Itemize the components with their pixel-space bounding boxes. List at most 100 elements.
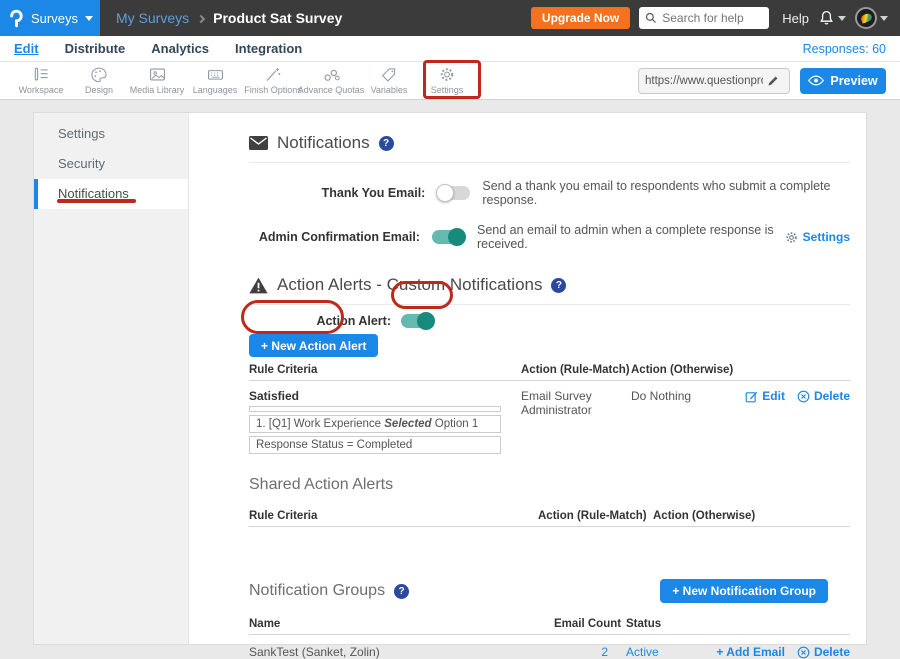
image-icon	[148, 66, 167, 83]
row-actions: Edit Delete	[741, 389, 850, 403]
col-rule-criteria: Rule Criteria	[249, 510, 538, 522]
help-search-input[interactable]	[662, 11, 762, 25]
thank-you-email-row: Thank You Email: Send a thank you email …	[249, 179, 850, 207]
settings-sidebar: Settings Security Notifications	[34, 113, 189, 644]
thank-you-email-desc: Send a thank you email to respondents wh…	[482, 179, 850, 207]
responses-count[interactable]: Responses: 60	[803, 42, 886, 56]
shared-alerts-section-header: Shared Action Alerts	[249, 476, 850, 494]
sidebar-item-settings[interactable]: Settings	[34, 119, 188, 149]
tab-integration[interactable]: Integration	[235, 41, 302, 56]
tab-distribute[interactable]: Distribute	[65, 41, 126, 56]
toolbar-item-workspace[interactable]: Workspace	[12, 66, 70, 95]
edit-alert-link[interactable]: Edit	[745, 389, 785, 403]
sidebar-item-security[interactable]: Security	[34, 149, 188, 179]
help-search[interactable]	[639, 7, 769, 29]
add-email-link[interactable]: + Add Email	[716, 645, 785, 659]
criteria-box-2: Response Status = Completed	[249, 436, 501, 454]
chain-links-icon	[322, 66, 341, 83]
criteria-box-1: 1. [Q1] Work Experience Selected Option …	[249, 415, 501, 433]
criteria-box-empty	[249, 406, 501, 412]
section-title: Notification Groups	[249, 582, 385, 600]
section-title: Action Alerts - Custom Notifications	[277, 275, 542, 295]
group-name-cell: SankTest (Sanket, Zolin)	[249, 645, 554, 659]
workspace-area: Settings Security Notifications Notifica…	[0, 100, 900, 655]
admin-confirmation-toggle[interactable]	[432, 230, 465, 244]
breadcrumb-current: Product Sat Survey	[213, 10, 342, 26]
group-row: SankTest (Sanket, Zolin) 2 Active + Add …	[249, 645, 850, 659]
questionpro-logo-icon	[7, 9, 24, 28]
edit-pencil-icon	[745, 390, 758, 403]
warning-triangle-icon	[249, 277, 268, 294]
toolbar-item-settings[interactable]: Settings	[418, 66, 476, 95]
notifications-bell-button[interactable]	[818, 9, 846, 27]
toolbar-item-finish-options[interactable]: Finish Options	[244, 66, 302, 95]
new-action-alert-button[interactable]: + New Action Alert	[249, 334, 378, 357]
admin-confirmation-row: Admin Confirmation Email: Send an email …	[249, 223, 850, 251]
col-action-otherwise: Action (Otherwise)	[653, 510, 850, 522]
toolbar-item-languages[interactable]: Languages	[186, 66, 244, 95]
tag-icon	[380, 66, 398, 83]
thank-you-email-label: Thank You Email:	[249, 186, 425, 200]
help-icon[interactable]: ?	[551, 278, 566, 293]
survey-nav: Edit Distribute Analytics Integration Re…	[0, 36, 900, 62]
tab-edit[interactable]: Edit	[14, 41, 39, 56]
gear-icon	[438, 66, 456, 83]
col-action-rule-match: Action (Rule-Match)	[521, 364, 631, 376]
tab-analytics[interactable]: Analytics	[151, 41, 209, 56]
delete-circle-icon	[797, 646, 810, 659]
chevron-down-icon	[85, 16, 93, 21]
col-action-rule-match: Action (Rule-Match)	[538, 510, 653, 522]
section-title: Shared Action Alerts	[249, 476, 393, 494]
search-icon	[645, 12, 657, 24]
col-status: Status	[626, 618, 711, 630]
help-icon[interactable]: ?	[394, 584, 409, 599]
rule-status: Satisfied	[249, 389, 521, 403]
section-title: Notifications	[277, 133, 370, 153]
action-alert-row: Satisfied 1. [Q1] Work Experience Select…	[249, 389, 850, 454]
breadcrumb-parent[interactable]: My Surveys	[116, 10, 189, 26]
sidebar-item-notifications[interactable]: Notifications	[34, 179, 188, 209]
col-action-otherwise: Action (Otherwise)	[631, 364, 741, 376]
email-count-link[interactable]: 2	[601, 645, 608, 659]
magic-wand-icon	[264, 66, 282, 83]
gear-icon	[785, 231, 798, 244]
survey-url-input[interactable]	[645, 75, 763, 87]
rule-criteria-cell: Satisfied 1. [Q1] Work Experience Select…	[249, 389, 521, 454]
toolbar-item-variables[interactable]: Variables	[360, 66, 418, 95]
notifications-content: Notifications ? Thank You Email: Send a …	[189, 113, 866, 644]
delete-group-link[interactable]: Delete	[797, 645, 850, 659]
keyboard-icon	[206, 66, 225, 83]
divider	[249, 162, 850, 163]
help-link[interactable]: Help	[782, 11, 809, 26]
toolbar-item-media-library[interactable]: Media Library	[128, 66, 186, 95]
group-status[interactable]: Active	[626, 645, 659, 659]
notifications-section-header: Notifications ?	[249, 133, 850, 153]
action-alerts-section-header: Action Alerts - Custom Notifications ?	[249, 275, 850, 295]
otherwise-cell: Do Nothing	[631, 389, 741, 403]
action-alerts-table-header: Rule Criteria Action (Rule-Match) Action…	[249, 364, 850, 381]
notification-groups-header: Notification Groups ? + New Notification…	[249, 579, 850, 603]
action-alert-toggle-row: Action Alert:	[249, 314, 850, 328]
thank-you-email-toggle[interactable]	[437, 186, 470, 200]
divider	[249, 304, 850, 305]
shared-alerts-table-header: Rule Criteria Action (Rule-Match) Action…	[249, 510, 850, 527]
help-icon[interactable]: ?	[379, 136, 394, 151]
account-menu-button[interactable]	[855, 7, 888, 29]
toolbar-item-advance-quotas[interactable]: Advance Quotas	[302, 66, 360, 95]
product-switcher[interactable]: Surveys	[0, 0, 100, 36]
action-alert-label: Action Alert:	[249, 314, 391, 328]
survey-url-field[interactable]	[638, 68, 790, 94]
eye-icon	[808, 75, 824, 86]
preview-button[interactable]: Preview	[800, 68, 886, 94]
action-alert-toggle[interactable]	[401, 314, 434, 328]
edit-toolbar: Workspace Design Media Library Languages…	[0, 62, 900, 100]
admin-settings-link[interactable]: Settings	[785, 230, 850, 244]
upgrade-now-button[interactable]: Upgrade Now	[531, 7, 630, 29]
new-notification-group-button[interactable]: + New Notification Group	[660, 579, 828, 603]
settings-panel: Settings Security Notifications Notifica…	[33, 112, 867, 645]
delete-alert-link[interactable]: Delete	[797, 389, 850, 403]
avatar	[855, 7, 877, 29]
pencil-icon[interactable]	[767, 75, 779, 87]
envelope-icon	[249, 136, 268, 150]
toolbar-item-design[interactable]: Design	[70, 66, 128, 95]
